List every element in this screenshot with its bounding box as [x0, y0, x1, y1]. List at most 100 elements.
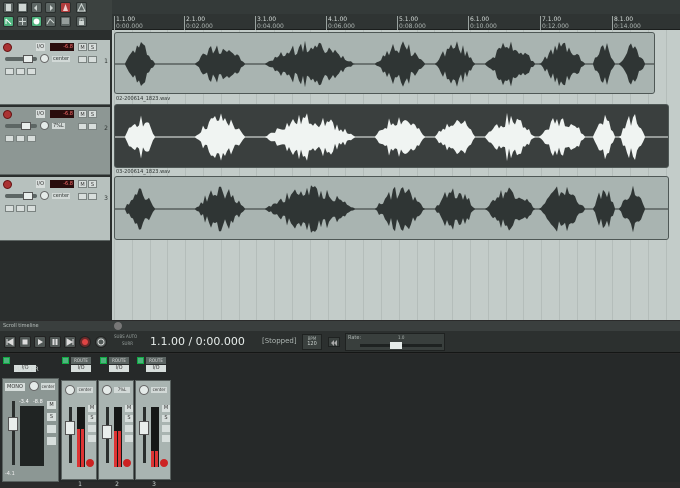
undo-icon[interactable] [31, 2, 42, 13]
envelope-button[interactable] [5, 205, 14, 212]
fx-icon[interactable] [137, 357, 144, 364]
track-header-1[interactable]: I/O -6.8 M S center 1 [0, 40, 110, 105]
record-arm-button[interactable] [3, 180, 12, 189]
mute-button[interactable]: M [88, 405, 96, 412]
pan-knob[interactable] [40, 191, 49, 200]
record-arm-icon[interactable] [123, 459, 131, 467]
route-button[interactable]: ROUTE [71, 357, 91, 364]
env-button[interactable] [162, 435, 170, 442]
io-button[interactable]: I/O [36, 180, 45, 188]
tap-tempo-icon[interactable] [328, 337, 340, 347]
mute-button[interactable]: M [78, 180, 87, 188]
io-button[interactable]: I/O [146, 365, 166, 372]
ruler-region-lane[interactable] [112, 0, 680, 14]
redo-icon[interactable] [45, 2, 56, 13]
play-button[interactable] [34, 336, 46, 348]
fx-icon[interactable] [62, 357, 69, 364]
volume-knob[interactable] [21, 122, 31, 130]
automation-button[interactable] [27, 68, 36, 75]
record-arm-icon[interactable] [86, 459, 94, 467]
scroll-handle-icon[interactable] [114, 322, 122, 330]
horizontal-scrollbar[interactable]: Scroll timeline [0, 321, 680, 331]
master-fx-button[interactable] [47, 425, 56, 433]
ripple-icon[interactable] [3, 16, 14, 27]
pan-knob[interactable] [65, 385, 75, 395]
record-mode-icon[interactable] [31, 16, 42, 27]
track-header-3[interactable]: I/O -6.8 M S center 3 [0, 177, 110, 241]
volume-knob[interactable] [23, 192, 33, 200]
new-project-icon[interactable] [3, 2, 14, 13]
fx-button[interactable] [125, 425, 133, 432]
grid-icon[interactable] [17, 16, 28, 27]
route-button[interactable] [16, 205, 25, 212]
route-button[interactable]: ROUTE [146, 357, 166, 364]
media-item-2[interactable] [114, 104, 669, 168]
mono-button[interactable]: MONO [5, 383, 25, 391]
master-env-button[interactable] [47, 437, 56, 445]
mute-button[interactable]: M [78, 110, 87, 118]
io-button[interactable]: I/O [109, 365, 129, 372]
route-button[interactable]: ROUTE [109, 357, 129, 364]
fx-button[interactable] [88, 425, 96, 432]
pan-knob[interactable] [102, 385, 112, 395]
playrate-control[interactable]: Rate: 1.0 [345, 333, 445, 351]
master-fader[interactable] [8, 417, 18, 431]
fx-button[interactable] [78, 56, 87, 63]
pan-knob[interactable] [139, 385, 149, 395]
pause-button[interactable] [49, 336, 61, 348]
phase-button[interactable] [88, 56, 97, 63]
solo-button[interactable]: S [88, 43, 97, 51]
phase-button[interactable] [88, 123, 97, 130]
fx-button[interactable] [78, 123, 87, 130]
go-to-start-button[interactable] [4, 336, 16, 348]
volume-slider[interactable] [5, 122, 37, 130]
record-arm-button[interactable] [3, 43, 12, 52]
media-item-3[interactable] [114, 176, 669, 240]
volume-slider[interactable] [5, 55, 37, 63]
envelope-button[interactable] [5, 68, 14, 75]
repeat-button[interactable] [95, 336, 107, 348]
metronome-icon[interactable] [60, 2, 71, 13]
lock-icon[interactable] [76, 16, 87, 27]
solo-button[interactable]: S [88, 110, 97, 118]
mute-button[interactable]: M [162, 405, 170, 412]
record-button[interactable] [79, 336, 91, 348]
media-item-1[interactable] [114, 32, 655, 94]
bpm-box[interactable]: BPM 120 [302, 334, 322, 350]
master-mute-button[interactable]: M [47, 401, 56, 409]
solo-button[interactable]: S [88, 180, 97, 188]
envelope-icon[interactable] [45, 16, 56, 27]
solo-button[interactable]: S [125, 415, 133, 422]
timeline-ruler[interactable]: 1.1.00 0:00.000 2.1.00 0:02.000 3.1.00 0… [112, 14, 680, 30]
volume-fader[interactable] [102, 425, 112, 439]
pan-knob[interactable] [40, 54, 49, 63]
route-button[interactable] [16, 68, 25, 75]
fx-button[interactable] [162, 425, 170, 432]
fx-button[interactable] [78, 193, 87, 200]
solo-button[interactable]: S [162, 415, 170, 422]
go-to-end-button[interactable] [64, 336, 76, 348]
volume-fader[interactable] [139, 421, 149, 435]
snap-icon[interactable] [76, 2, 87, 13]
io-button[interactable]: I/O [36, 110, 45, 118]
auto-crossfade-icon[interactable] [60, 16, 71, 27]
volume-fader[interactable] [65, 421, 75, 435]
env-button[interactable] [88, 435, 96, 442]
stop-button[interactable] [19, 336, 31, 348]
automation-button[interactable] [27, 205, 36, 212]
fx-icon[interactable] [100, 357, 107, 364]
arrange-view[interactable]: 02-200614_1823.wav 03-200614_1823.wav [112, 30, 680, 320]
track-header-2[interactable]: I/O -6.8 M S 7%L 2 [0, 107, 110, 175]
rate-slider-knob[interactable] [390, 342, 402, 349]
record-arm-icon[interactable] [160, 459, 168, 467]
io-button[interactable]: I/O [71, 365, 91, 372]
record-arm-button[interactable] [3, 110, 12, 119]
automation-button[interactable] [27, 135, 36, 142]
master-pan-knob[interactable] [29, 381, 39, 391]
volume-knob[interactable] [23, 55, 33, 63]
route-button[interactable] [16, 135, 25, 142]
mute-button[interactable]: M [78, 43, 87, 51]
pan-knob[interactable] [40, 121, 49, 130]
phase-button[interactable] [88, 193, 97, 200]
position-display[interactable]: 1.1.00 / 0:00.000 [150, 335, 245, 348]
